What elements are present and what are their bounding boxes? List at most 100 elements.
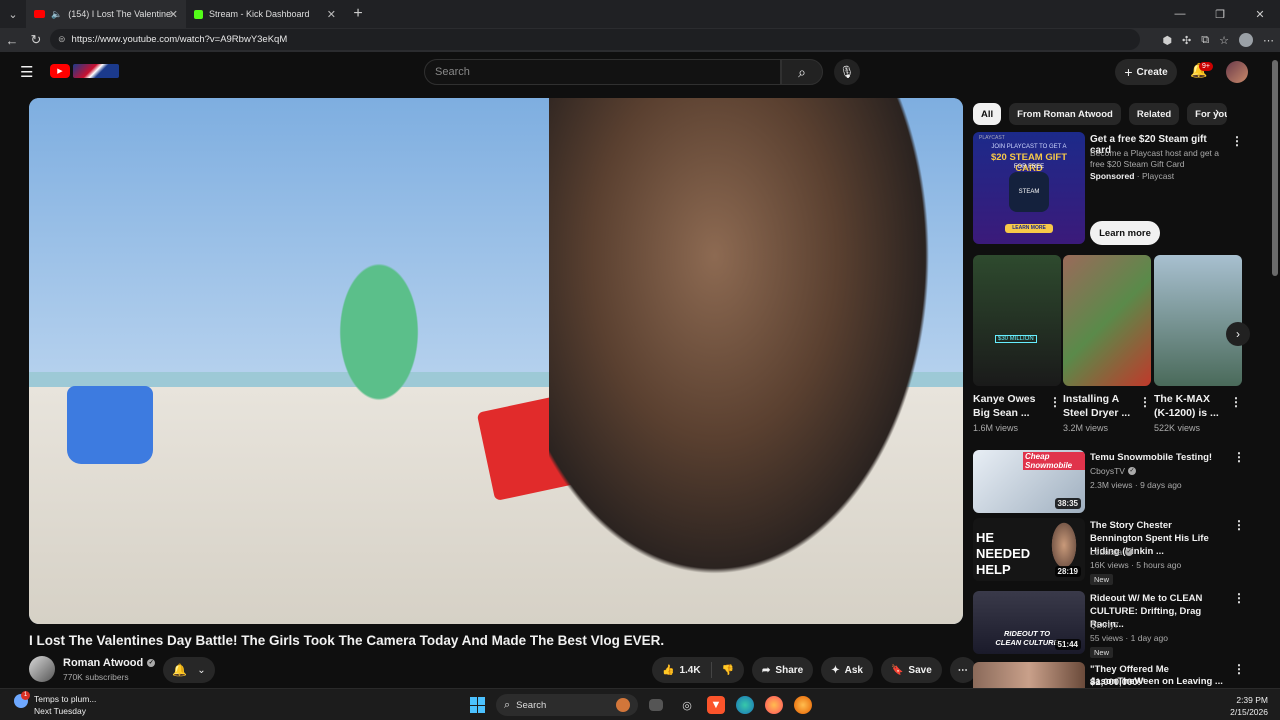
new-badge: New (1090, 574, 1114, 585)
system-clock[interactable]: 2:39 PM 2/15/2026 (1230, 694, 1268, 718)
youtube-play-icon: ▶ (50, 64, 70, 78)
short-item[interactable]: $30 MILLION Kanye Owes Big Sean ... 1.6M… (973, 255, 1061, 433)
create-label: Create (1136, 66, 1168, 78)
tab-kick[interactable]: Stream - Kick Dashboard ✕ (186, 0, 344, 28)
recommended-video[interactable]: Cheap Snowmobile 38:35 Temu Snowmobile T… (973, 450, 1245, 514)
short-thumbnail[interactable] (1154, 255, 1242, 386)
search-placeholder: Search (435, 66, 470, 78)
recommended-video[interactable]: RIDEOUT TO CLEAN CULTURE 51:44 Rideout W… (973, 591, 1245, 658)
share-button[interactable]: ➦ Share (752, 657, 814, 683)
close-icon[interactable]: ✕ (169, 8, 178, 21)
ad-thumbnail[interactable]: PLAYCAST JOIN PLAYCAST TO GET A $20 STEA… (973, 132, 1085, 244)
extensions-puzzle-icon[interactable]: ✣ (1182, 34, 1191, 47)
save-button[interactable]: 🔖 Save (880, 657, 942, 683)
chevron-down-icon: ⌄ (197, 664, 206, 676)
close-icon[interactable]: ✕ (327, 8, 336, 21)
video-channel[interactable]: JasonTheWeen on Leaving ... (1090, 676, 1223, 687)
chip-related[interactable]: Related (1128, 103, 1180, 125)
shorts-shelf: $30 MILLION Kanye Owes Big Sean ... 1.6M… (973, 255, 1243, 440)
hamburger-menu-icon[interactable]: ☰ (20, 63, 33, 81)
taskbar-search[interactable]: ⌕ Search (496, 694, 638, 716)
short-item[interactable]: The K-MAX (K-1200) is ... 522K views ⋮ (1154, 255, 1242, 433)
short-thumbnail[interactable]: $30 MILLION (973, 255, 1061, 386)
scrollbar-thumb[interactable] (1272, 60, 1278, 276)
account-avatar[interactable] (1226, 61, 1248, 83)
search-button[interactable]: ⌕ (781, 59, 823, 85)
tab-list-chevron-icon[interactable]: ⌄ (0, 0, 26, 28)
window-close-icon[interactable]: ✕ (1240, 0, 1280, 28)
video-channel[interactable]: Louaista ✓ (1090, 547, 1134, 557)
learn-more-button[interactable]: Learn more (1090, 221, 1160, 245)
weather-badge: 1 (21, 691, 30, 700)
firefox-icon[interactable] (765, 696, 783, 714)
video-channel[interactable]: CboysTV ✓ (1090, 466, 1136, 476)
subscribed-notifications-button[interactable]: 🔔 ⌄ (163, 657, 215, 683)
like-button[interactable]: 👍 1.4K (652, 657, 711, 683)
chip-for-you[interactable]: For you (1187, 103, 1228, 125)
video-thumbnail[interactable]: Cheap Snowmobile 38:35 (973, 450, 1085, 513)
channel-text: JasonTheWeen on Leaving ... (1090, 676, 1223, 687)
split-screen-icon[interactable]: ⧉ (1201, 34, 1209, 47)
channel-avatar[interactable] (29, 656, 55, 682)
windows-start-icon[interactable] (470, 697, 486, 713)
video-channel[interactable]: QDirty7 (1090, 620, 1119, 630)
chevron-right-icon[interactable]: › (1215, 104, 1219, 119)
page-scrollbar[interactable] (1272, 60, 1278, 680)
video-thumbnail[interactable] (973, 662, 1085, 688)
weather-widget[interactable]: 1 Temps to plum... Next Tuesday (14, 691, 96, 716)
channel-name[interactable]: Roman Atwood ✓ (63, 657, 156, 669)
ask-button[interactable]: ✦ Ask (821, 657, 873, 683)
short-thumbnail[interactable] (1063, 255, 1151, 386)
chip-all[interactable]: All (973, 103, 1002, 125)
short-more-vertical-icon[interactable]: ⋮ (1049, 395, 1061, 409)
speaker-icon[interactable]: 🔈 (51, 9, 62, 20)
more-actions-button[interactable]: ⋯ (949, 657, 976, 683)
like-dislike-group: 👍 1.4K 👎 (652, 657, 745, 683)
back-arrow-icon[interactable]: ← (0, 33, 24, 48)
voice-search-button[interactable]: 🎙 (834, 59, 860, 85)
youtube-logo[interactable]: ▶ (50, 64, 119, 78)
edge-browser-icon[interactable] (736, 696, 754, 714)
search-highlight-icon (616, 698, 630, 712)
short-more-vertical-icon[interactable]: ⋮ (1139, 395, 1151, 409)
extension-icon[interactable]: ⬢ (1162, 34, 1172, 47)
shorts-next-chevron-icon[interactable]: › (1226, 322, 1250, 346)
sponsored-ad[interactable]: PLAYCAST JOIN PLAYCAST TO GET A $20 STEA… (973, 132, 1243, 245)
reload-icon[interactable]: ↻ (24, 32, 48, 48)
new-tab-plus-icon[interactable]: + (344, 5, 372, 23)
restore-icon[interactable]: ❐ (1200, 0, 1240, 28)
profile-avatar[interactable] (1239, 33, 1253, 47)
video-more-vertical-icon[interactable]: ⋮ (1233, 591, 1245, 605)
video-player[interactable] (29, 98, 963, 624)
dislike-button[interactable]: 👎 (712, 657, 744, 683)
short-item[interactable]: Installing A Steel Dryer ... 3.2M views … (1063, 255, 1151, 433)
firefox-alt-icon[interactable] (794, 696, 812, 714)
site-info-icon[interactable]: ⊜ (58, 34, 66, 45)
ad-thumb-button: LEARN MORE (1005, 224, 1053, 233)
create-button[interactable]: + Create (1115, 59, 1177, 85)
address-bar[interactable]: ⊜ https://www.youtube.com/watch?v=A9RbwY… (50, 29, 1140, 50)
short-more-vertical-icon[interactable]: ⋮ (1230, 395, 1242, 409)
copilot-icon[interactable]: ◎ (678, 696, 696, 714)
chip-from-channel[interactable]: From Roman Atwood (1009, 103, 1121, 125)
windows-taskbar: 1 Temps to plum... Next Tuesday ⌕ Search… (0, 688, 1280, 720)
search-input[interactable]: Search (424, 59, 781, 85)
video-thumbnail[interactable]: RIDEOUT TO CLEAN CULTURE 51:44 (973, 591, 1085, 654)
tab-youtube[interactable]: 🔈 (154) I Lost The Valentines Da ✕ (26, 0, 186, 28)
favorites-icon[interactable]: ☆ (1219, 34, 1229, 47)
video-duration: 51:44 (1054, 639, 1081, 650)
ad-sponsored-label: Sponsored (1090, 171, 1135, 181)
minimize-icon[interactable]: — (1160, 0, 1200, 28)
more-options-icon[interactable]: ⋯ (1263, 34, 1274, 47)
task-view-icon[interactable] (649, 699, 663, 711)
video-more-vertical-icon[interactable]: ⋮ (1233, 662, 1243, 676)
video-more-vertical-icon[interactable]: ⋮ (1233, 450, 1245, 464)
channel-text: Louaista (1090, 547, 1123, 557)
recommended-video[interactable]: "They Offered Me $1,000,000!" JasonTheWe… (973, 662, 1243, 688)
share-label: Share (775, 664, 804, 676)
video-thumbnail[interactable]: HE NEEDED HELP 28:19 (973, 518, 1085, 581)
ad-more-vertical-icon[interactable]: ⋮ (1231, 134, 1243, 148)
video-more-vertical-icon[interactable]: ⋮ (1233, 518, 1245, 532)
recommended-video[interactable]: HE NEEDED HELP 28:19 The Story Chester B… (973, 518, 1245, 585)
brave-browser-icon[interactable]: ▼ (707, 696, 725, 714)
